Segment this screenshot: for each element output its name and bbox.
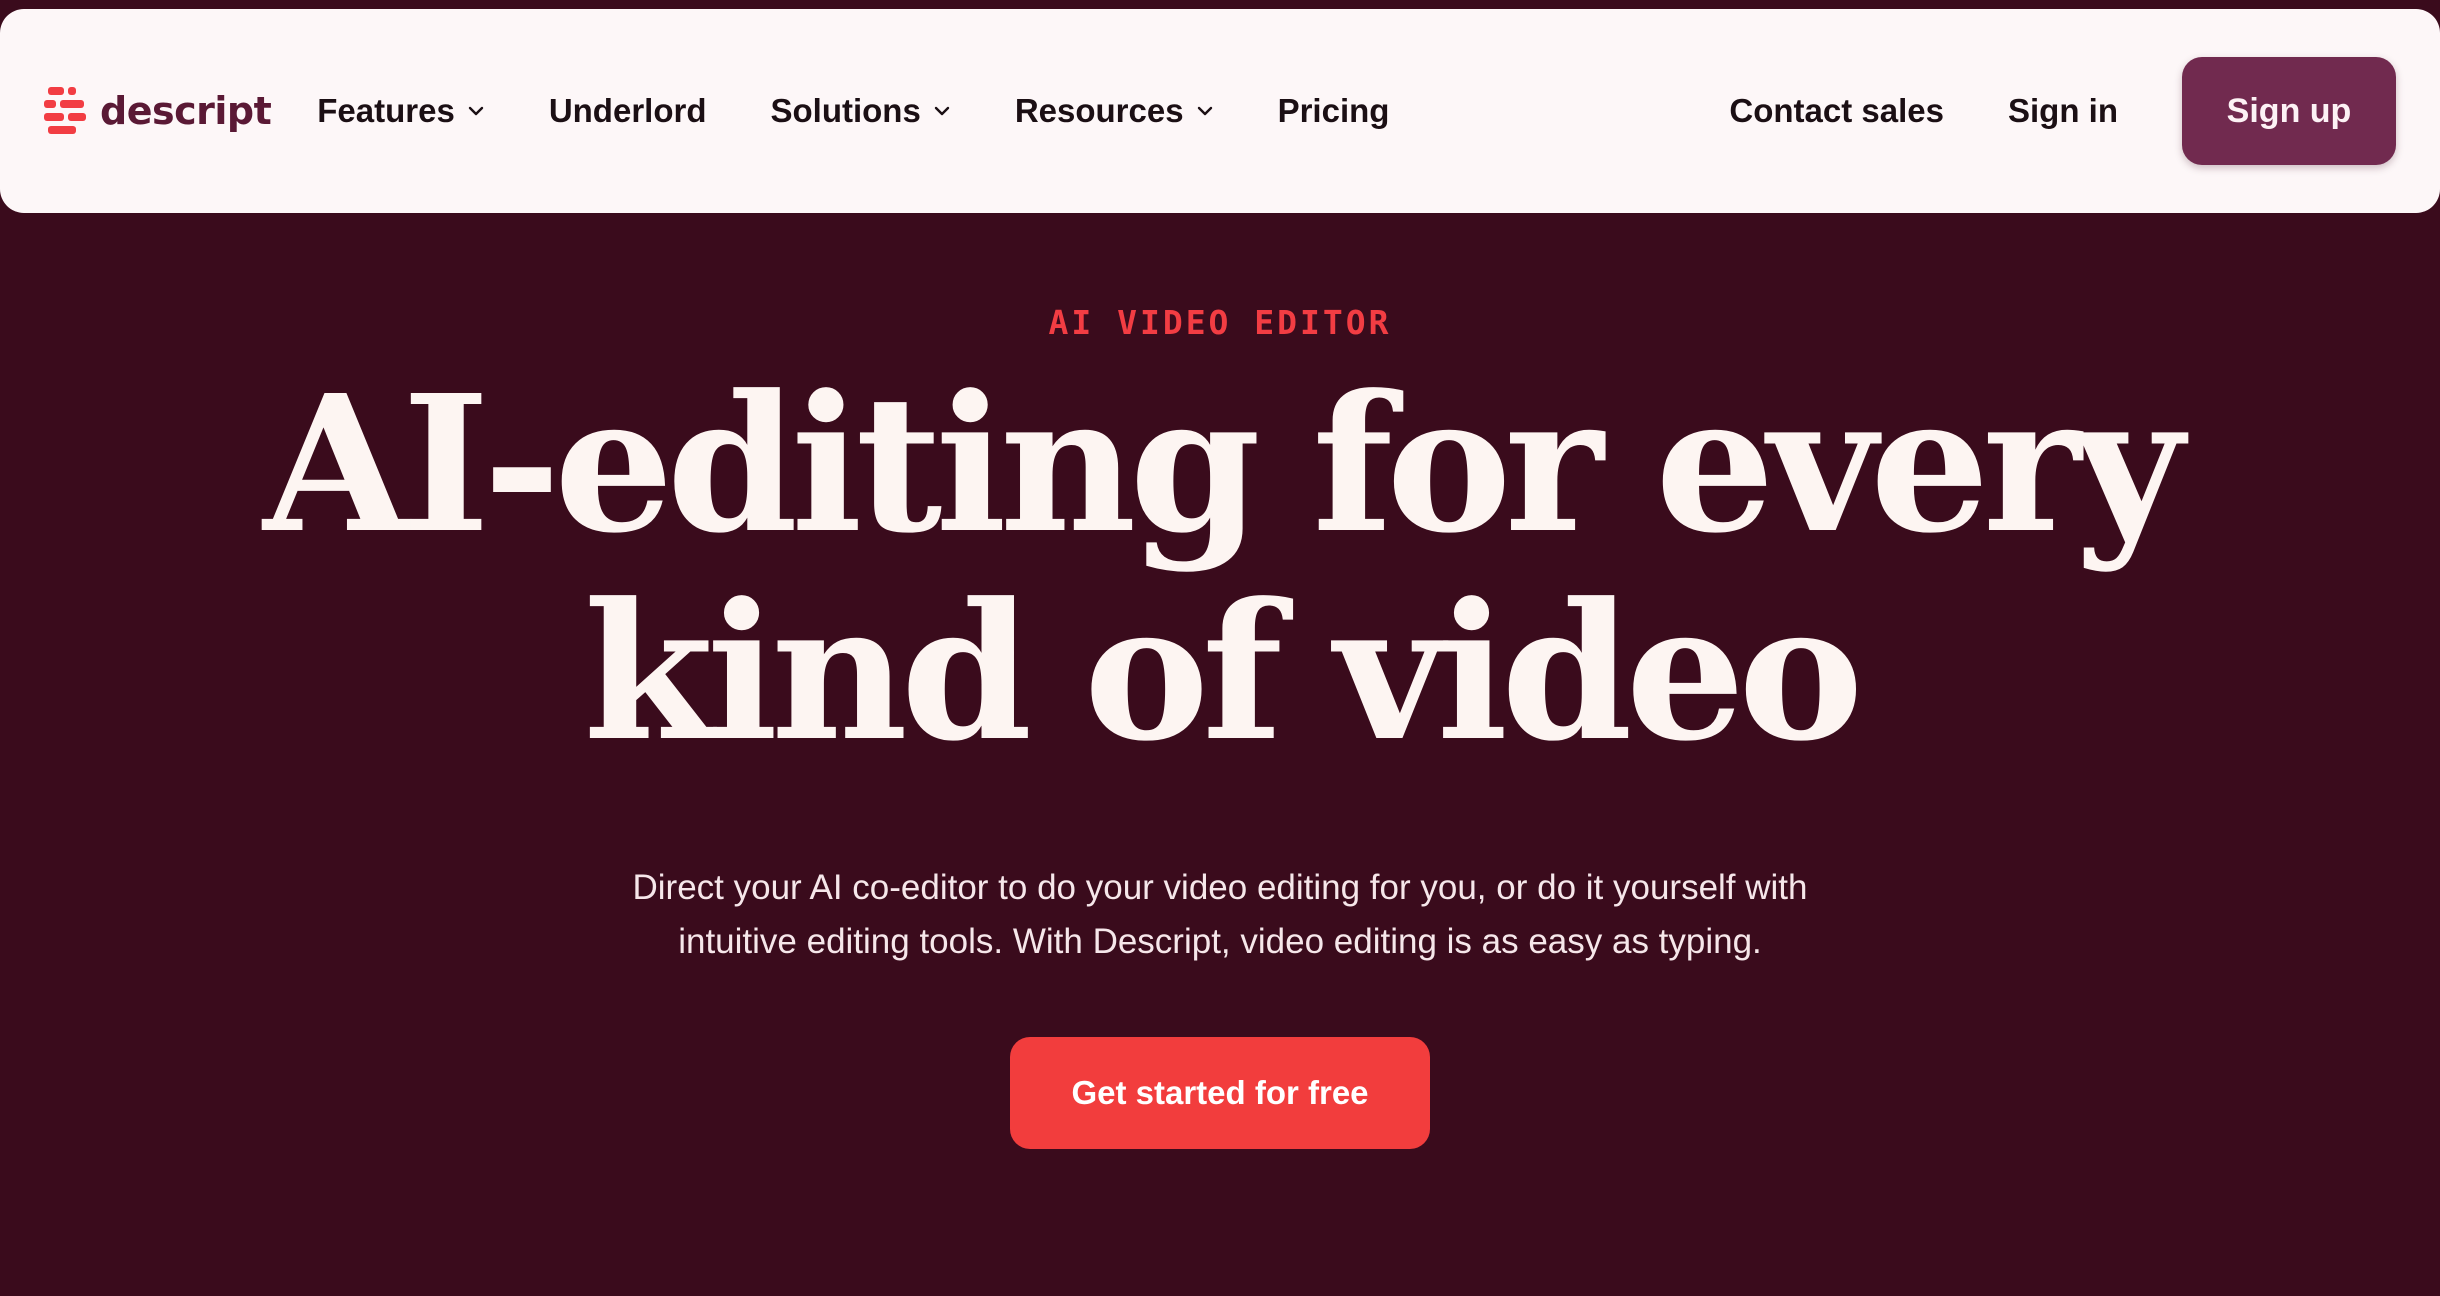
nav-actions: Contact sales Sign in Sign up	[1729, 57, 2396, 165]
nav-item-label: Pricing	[1277, 92, 1390, 129]
nav-item-label: Resources	[1014, 92, 1184, 129]
hero-headline-line-1: AI-editing for every	[263, 354, 2184, 575]
primary-nav: Features Underlord Solutions Resources P…	[317, 92, 1389, 130]
nav-item-label: Features	[317, 92, 455, 129]
hero-headline: AI-editing for every kind of video	[170, 361, 2270, 777]
nav-item-solutions[interactable]: Solutions	[770, 92, 950, 130]
nav-item-pricing[interactable]: Pricing	[1278, 92, 1390, 130]
contact-sales-link[interactable]: Contact sales	[1729, 92, 1944, 130]
hero-subtext-line-1: Direct your AI co-editor to do your vide…	[632, 868, 1808, 907]
hero-subtext-line-2: intuitive editing tools. With Descript, …	[678, 922, 1762, 961]
descript-logo-icon	[44, 87, 86, 134]
top-navbar: descript Features Underlord Solutions Re…	[0, 9, 2440, 213]
nav-item-underlord[interactable]: Underlord	[549, 92, 707, 130]
hero-eyebrow: AI VIDEO EDITOR	[1048, 303, 1392, 342]
nav-item-resources[interactable]: Resources	[1015, 92, 1214, 130]
nav-item-label: Underlord	[548, 92, 707, 129]
brand-logo[interactable]: descript	[44, 85, 272, 137]
get-started-button[interactable]: Get started for free	[1010, 1037, 1430, 1149]
nav-item-label: Solutions	[770, 92, 921, 129]
chevron-down-icon	[468, 106, 484, 116]
hero-subtext: Direct your AI co-editor to do your vide…	[520, 861, 1920, 969]
nav-item-features[interactable]: Features	[317, 92, 485, 130]
brand-name: descript	[100, 89, 272, 133]
hero-section: AI VIDEO EDITOR AI-editing for every kin…	[0, 213, 2440, 1296]
sign-up-button[interactable]: Sign up	[2182, 57, 2396, 165]
chevron-down-icon	[1197, 106, 1212, 116]
sign-in-link[interactable]: Sign in	[2008, 92, 2118, 130]
hero-headline-line-2: kind of video	[583, 562, 1863, 783]
chevron-down-icon	[934, 106, 950, 116]
